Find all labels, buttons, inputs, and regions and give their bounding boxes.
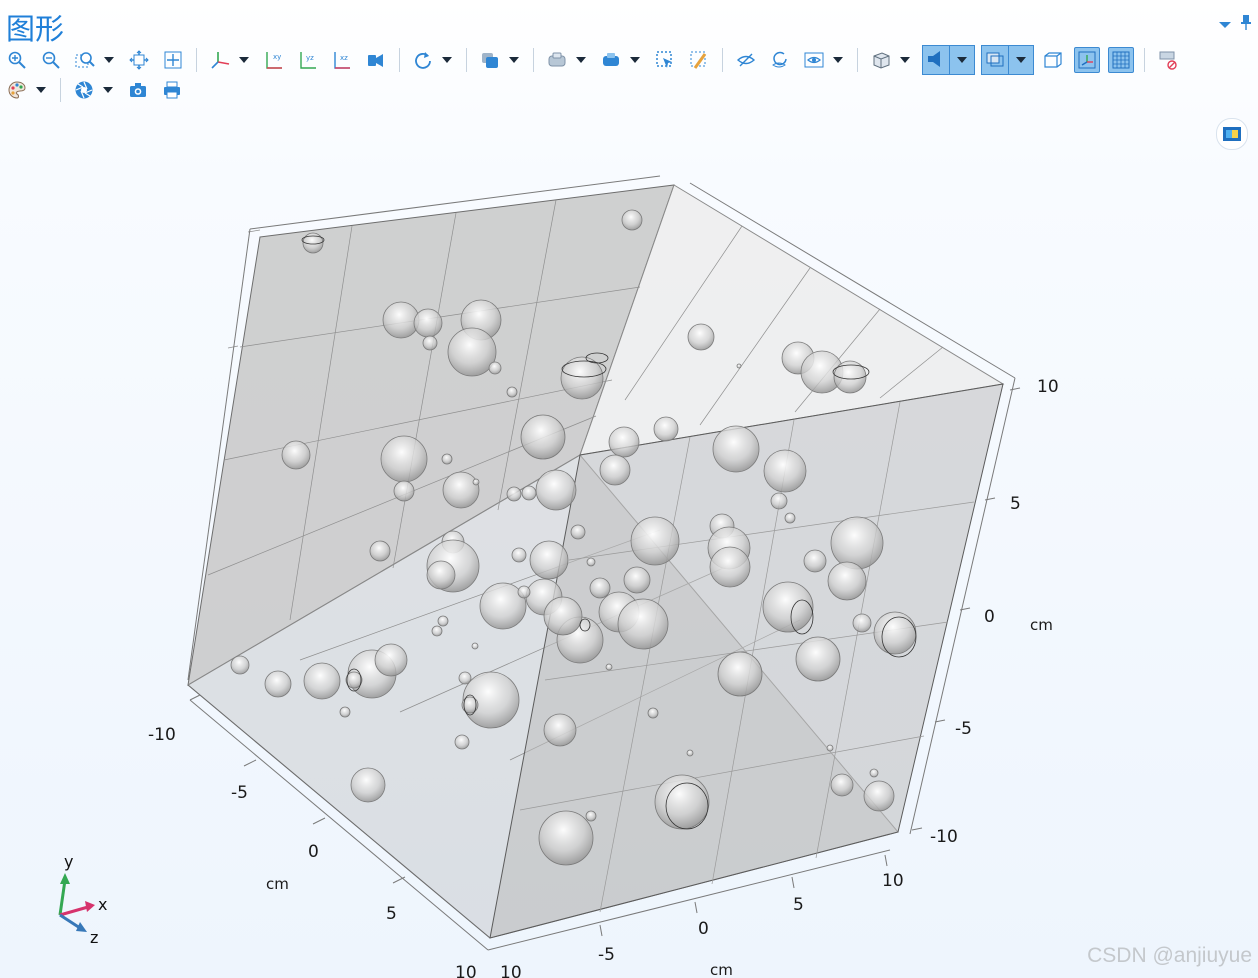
view-selector-icon bbox=[1223, 127, 1241, 141]
z-tick-label: 10 bbox=[882, 871, 904, 891]
watermark: CSDN @anjiuyue bbox=[1087, 944, 1252, 967]
y-tick-label: 10 bbox=[1037, 377, 1059, 397]
y-tick-label: 5 bbox=[1010, 494, 1021, 514]
x-tick-label: -10 bbox=[148, 725, 176, 745]
z-tick-label: 5 bbox=[793, 895, 804, 915]
y-tick-label: -5 bbox=[955, 719, 972, 739]
view-selector-button[interactable] bbox=[1216, 118, 1248, 150]
z-tick-label: 10 bbox=[500, 963, 522, 978]
triad-x-label: x bbox=[98, 895, 107, 914]
y-axis-unit: cm bbox=[1030, 616, 1053, 634]
z-axis-unit: cm bbox=[710, 961, 733, 978]
x-tick-label: 5 bbox=[386, 904, 397, 924]
x-axis-unit: cm bbox=[266, 875, 289, 893]
z-tick-label: -5 bbox=[598, 945, 615, 965]
x-tick-label: -5 bbox=[231, 783, 248, 803]
y-tick-label: 0 bbox=[984, 607, 995, 627]
graphics-viewport[interactable]: -10 -5 0 5 10 cm 10 -5 0 5 10 cm 10 5 0 … bbox=[0, 0, 1258, 978]
y-tick-label: -10 bbox=[930, 827, 958, 847]
x-tick-label: 0 bbox=[308, 842, 319, 862]
triad-y-label: y bbox=[64, 852, 73, 871]
triad-z-label: z bbox=[90, 928, 98, 947]
x-tick-label: 10 bbox=[455, 963, 477, 978]
axis-triad: y x z bbox=[58, 852, 107, 947]
z-tick-label: 0 bbox=[698, 919, 709, 939]
